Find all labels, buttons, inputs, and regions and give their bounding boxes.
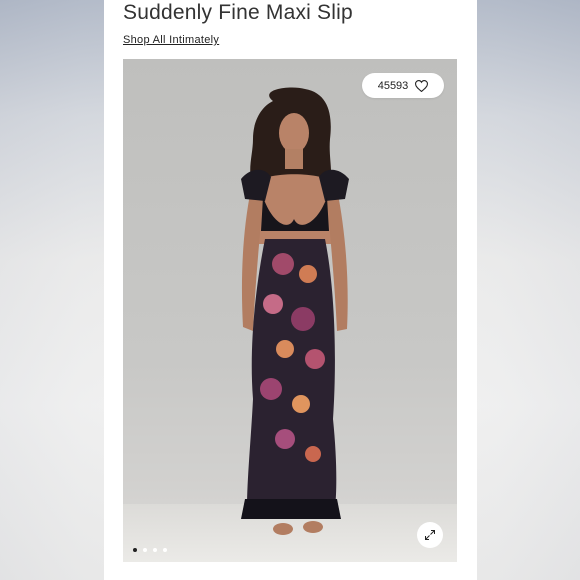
blurred-background-right: [476, 0, 580, 580]
shop-collection-link[interactable]: Shop All Intimately: [123, 34, 219, 46]
product-image[interactable]: 45593: [123, 59, 457, 562]
carousel-dot-4[interactable]: [163, 548, 167, 552]
blurred-background-left: [0, 0, 104, 580]
expand-button[interactable]: [417, 522, 443, 548]
model-figure: [241, 87, 349, 535]
carousel-dot-2[interactable]: [143, 548, 147, 552]
expand-icon: [425, 530, 435, 540]
carousel-dots: [133, 548, 167, 552]
heart-icon: [415, 79, 429, 92]
like-button[interactable]: 45593: [362, 73, 444, 98]
carousel-dot-1[interactable]: [133, 548, 137, 552]
product-title: Suddenly Fine Maxi Slip: [123, 1, 353, 24]
like-count: 45593: [377, 79, 409, 92]
product-card: Suddenly Fine Maxi Slip Shop All Intimat…: [104, 0, 477, 580]
carousel-dot-3[interactable]: [153, 548, 157, 552]
